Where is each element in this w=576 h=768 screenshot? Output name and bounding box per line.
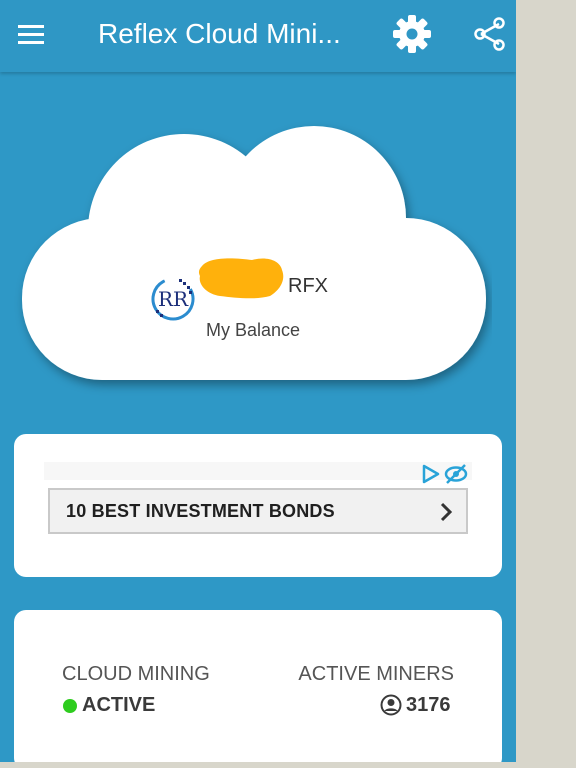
screen-bottom-edge xyxy=(0,762,576,768)
active-miners-count: 3176 xyxy=(406,694,451,716)
active-status-dot xyxy=(63,699,77,713)
adchoices-icon[interactable] xyxy=(418,462,474,486)
redacted-balance-value xyxy=(198,258,284,299)
ad-card: 10 BEST INVESTMENT BONDS xyxy=(14,434,502,577)
balance-label: My Balance xyxy=(206,320,301,340)
user-circle-icon xyxy=(380,694,402,716)
chevron-right-icon xyxy=(440,502,453,522)
cloud-mining-status: ACTIVE xyxy=(82,694,156,716)
hide-ad-icon[interactable] xyxy=(444,464,468,484)
share-icon[interactable] xyxy=(470,14,510,54)
ad-cta-text: 10 BEST INVESTMENT BONDS xyxy=(66,501,335,521)
top-app-bar: Reflex Cloud Mini... xyxy=(0,0,516,72)
active-miners-label: ACTIVE MINERS xyxy=(298,663,454,685)
cloud-mining-label: CLOUD MINING xyxy=(62,663,210,685)
rfx-logo: RR xyxy=(151,277,195,321)
gear-icon[interactable] xyxy=(390,12,434,56)
mining-status-card: CLOUD MINING ACTIVE MINERS ACTIVE 3176 xyxy=(14,610,502,762)
app-title: Reflex Cloud Mini... xyxy=(98,18,341,49)
svg-text:RR: RR xyxy=(158,287,189,311)
hamburger-menu-icon[interactable] xyxy=(16,20,48,48)
app-screen: Reflex Cloud Mini... RR RFX My Balance 1… xyxy=(0,0,516,762)
ad-cta-button[interactable]: 10 BEST INVESTMENT BONDS xyxy=(48,488,468,534)
balance-unit: RFX xyxy=(288,275,328,297)
ad-strip xyxy=(44,462,472,480)
